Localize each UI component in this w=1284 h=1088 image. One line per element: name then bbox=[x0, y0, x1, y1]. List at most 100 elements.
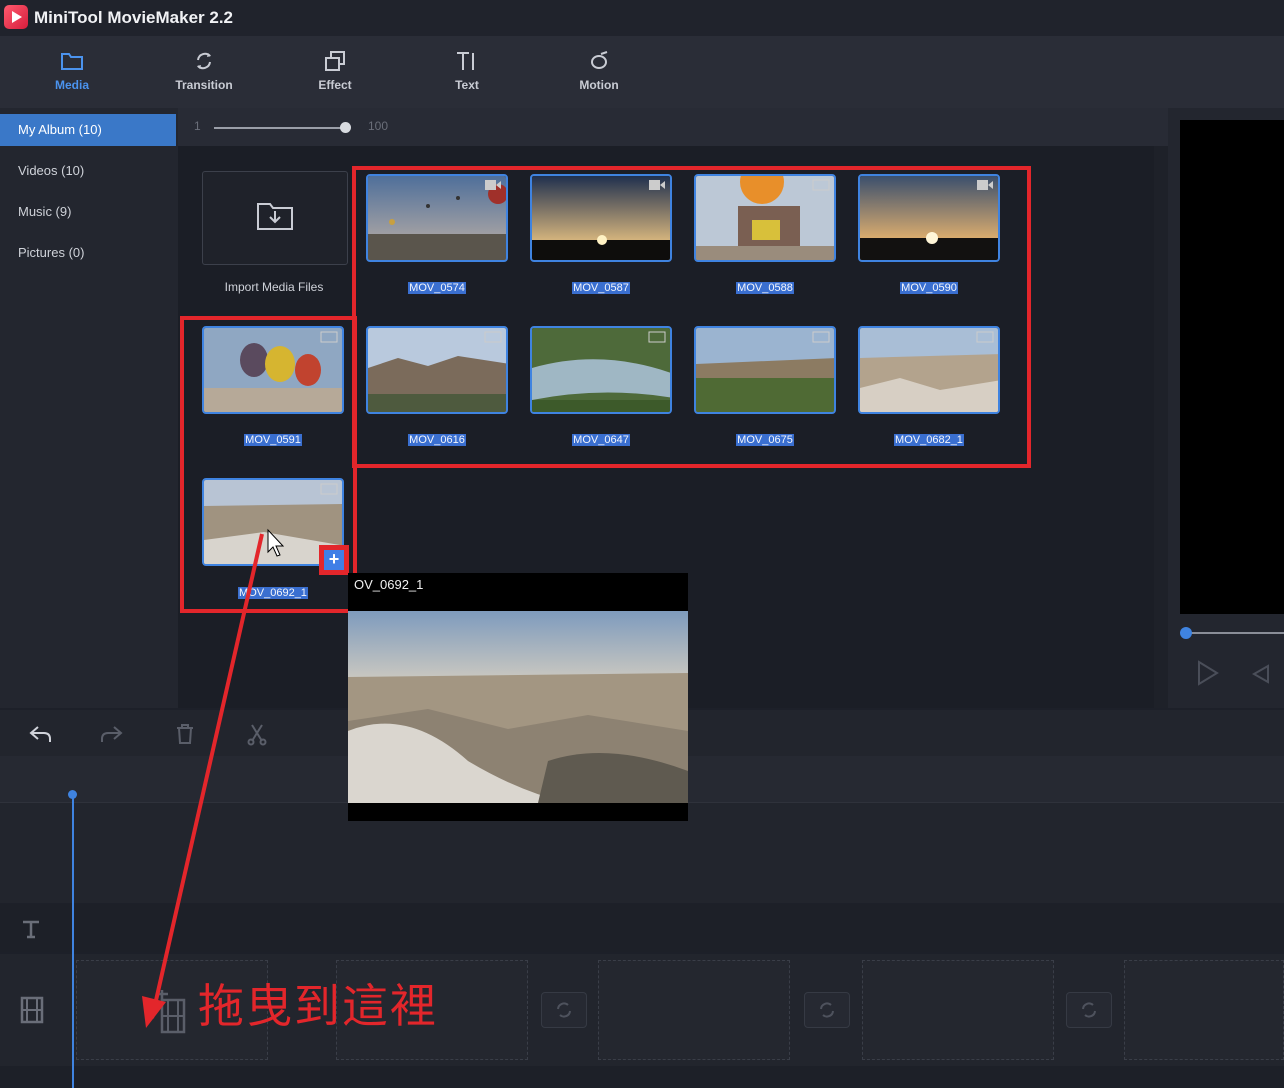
tab-media-label: Media bbox=[54, 78, 89, 92]
timeline-playhead-handle[interactable] bbox=[68, 790, 77, 799]
media-filename: MOV_0574 bbox=[366, 281, 508, 295]
thumbnail-zoom-bar: 1 100 bbox=[178, 108, 1168, 146]
media-filename-text: MOV_0590 bbox=[900, 282, 958, 294]
transition-slot[interactable] bbox=[541, 992, 587, 1028]
media-filename-text: MOV_0675 bbox=[736, 434, 794, 446]
media-filename: MOV_0590 bbox=[858, 281, 1000, 295]
motion-icon bbox=[591, 51, 608, 69]
drop-here-annotation: 拖曳到這裡 bbox=[198, 979, 438, 1033]
tab-motion[interactable]: Motion bbox=[539, 36, 659, 108]
video-camera-icon bbox=[649, 180, 665, 190]
undo-icon[interactable] bbox=[28, 722, 54, 746]
tab-transition[interactable]: Transition bbox=[144, 36, 264, 108]
hover-preview-image bbox=[348, 611, 688, 803]
media-thumbnail-mov-0675[interactable] bbox=[694, 326, 836, 414]
delete-icon[interactable] bbox=[172, 722, 198, 746]
main-toolbar: Media Transition Effect Text Motion bbox=[0, 36, 1284, 108]
media-filename: MOV_0647 bbox=[530, 433, 672, 447]
video-camera-icon bbox=[320, 331, 338, 343]
title-bar: MiniTool MovieMaker 2.2 bbox=[0, 0, 1284, 36]
zoom-slider-track[interactable] bbox=[214, 127, 346, 129]
media-filename: MOV_0692_1 bbox=[202, 586, 344, 600]
media-filename-text: MOV_0574 bbox=[408, 282, 466, 294]
import-media-label: Import Media Files bbox=[224, 280, 324, 294]
zoom-max-label: 100 bbox=[368, 119, 389, 133]
effect-icon bbox=[325, 51, 345, 71]
media-filename: MOV_0587 bbox=[530, 281, 672, 295]
zoom-min-label: 1 bbox=[194, 119, 201, 133]
media-filename-text: MOV_0682_1 bbox=[894, 434, 964, 446]
video-camera-icon bbox=[812, 179, 830, 191]
timeline-clip-slot[interactable] bbox=[1124, 960, 1284, 1060]
media-thumbnail-mov-0647[interactable] bbox=[530, 326, 672, 414]
media-thumbnail-mov-0616[interactable] bbox=[366, 326, 508, 414]
text-icon bbox=[457, 52, 474, 70]
tab-motion-label: Motion bbox=[579, 78, 619, 92]
timeline-clip-slot[interactable] bbox=[598, 960, 790, 1060]
transition-slot[interactable] bbox=[804, 992, 850, 1028]
timeline-clip-slot[interactable] bbox=[862, 960, 1054, 1060]
media-filename-text: MOV_0591 bbox=[244, 434, 302, 446]
video-camera-icon bbox=[812, 331, 830, 343]
sidebar-item-my-album[interactable]: My Album (10) bbox=[0, 114, 176, 146]
split-icon[interactable] bbox=[244, 722, 270, 746]
media-filename: MOV_0616 bbox=[366, 433, 508, 447]
player-progress-handle[interactable] bbox=[1180, 627, 1192, 639]
sidebar-item-music[interactable]: Music (9) bbox=[0, 196, 176, 228]
media-thumbnail-mov-0590[interactable] bbox=[858, 174, 1000, 262]
media-filename-text: MOV_0692_1 bbox=[238, 587, 308, 599]
hover-preview-popup: OV_0692_1 bbox=[348, 573, 688, 821]
video-camera-icon bbox=[485, 180, 501, 190]
tab-media[interactable]: Media bbox=[12, 36, 132, 108]
tab-effect[interactable]: Effect bbox=[275, 36, 395, 108]
drop-clip-icon bbox=[156, 990, 186, 1034]
add-to-timeline-button[interactable]: + bbox=[319, 545, 349, 575]
tab-transition-label: Transition bbox=[175, 78, 233, 92]
video-camera-icon bbox=[484, 331, 502, 343]
hover-preview-title: OV_0692_1 bbox=[354, 577, 424, 592]
media-filename: MOV_0591 bbox=[202, 433, 344, 447]
media-filename: MOV_0682_1 bbox=[858, 433, 1000, 447]
media-thumbnail-mov-0587[interactable] bbox=[530, 174, 672, 262]
video-camera-icon bbox=[320, 483, 338, 495]
transition-icon bbox=[1082, 1002, 1096, 1018]
media-filename-text: MOV_0588 bbox=[736, 282, 794, 294]
redo-icon[interactable] bbox=[98, 722, 124, 746]
text-track[interactable] bbox=[0, 904, 1284, 952]
transition-slot[interactable] bbox=[1066, 992, 1112, 1028]
transition-icon bbox=[820, 1002, 834, 1018]
timeline-playhead[interactable] bbox=[72, 794, 74, 1088]
media-filename-text: MOV_0616 bbox=[408, 434, 466, 446]
media-thumbnail-mov-0591[interactable] bbox=[202, 326, 344, 414]
play-icon[interactable] bbox=[1196, 660, 1220, 686]
tab-text[interactable]: Text bbox=[407, 36, 527, 108]
media-scrollbar[interactable] bbox=[1154, 146, 1168, 708]
video-camera-icon bbox=[976, 331, 994, 343]
video-camera-icon bbox=[977, 180, 993, 190]
prev-frame-icon[interactable] bbox=[1250, 664, 1270, 684]
media-filename: MOV_0588 bbox=[694, 281, 836, 295]
media-filename: MOV_0675 bbox=[694, 433, 836, 447]
transition-icon bbox=[557, 1002, 571, 1018]
film-track-icon bbox=[20, 996, 44, 1024]
folder-icon bbox=[61, 53, 83, 70]
media-filename-text: MOV_0587 bbox=[572, 282, 630, 294]
zoom-slider-handle[interactable] bbox=[340, 122, 351, 133]
text-track-icon bbox=[23, 920, 39, 939]
media-thumbnail-mov-0574[interactable] bbox=[366, 174, 508, 262]
player-progress-track[interactable] bbox=[1184, 632, 1284, 634]
import-media-button[interactable] bbox=[202, 171, 348, 265]
player-screen bbox=[1180, 120, 1284, 614]
transition-icon bbox=[197, 52, 211, 70]
timeline-footer bbox=[0, 1066, 1284, 1088]
sidebar-item-pictures[interactable]: Pictures (0) bbox=[0, 237, 176, 269]
media-thumbnail-mov-0588[interactable] bbox=[694, 174, 836, 262]
media-thumbnail-mov-0682-1[interactable] bbox=[858, 326, 1000, 414]
sidebar-item-videos[interactable]: Videos (10) bbox=[0, 155, 176, 187]
app-title: MiniTool MovieMaker 2.2 bbox=[34, 8, 234, 27]
plus-icon: + bbox=[324, 550, 344, 570]
media-filename-text: MOV_0647 bbox=[572, 434, 630, 446]
app-logo-icon bbox=[4, 5, 28, 29]
import-folder-icon bbox=[257, 203, 293, 230]
tab-text-label: Text bbox=[455, 78, 479, 92]
